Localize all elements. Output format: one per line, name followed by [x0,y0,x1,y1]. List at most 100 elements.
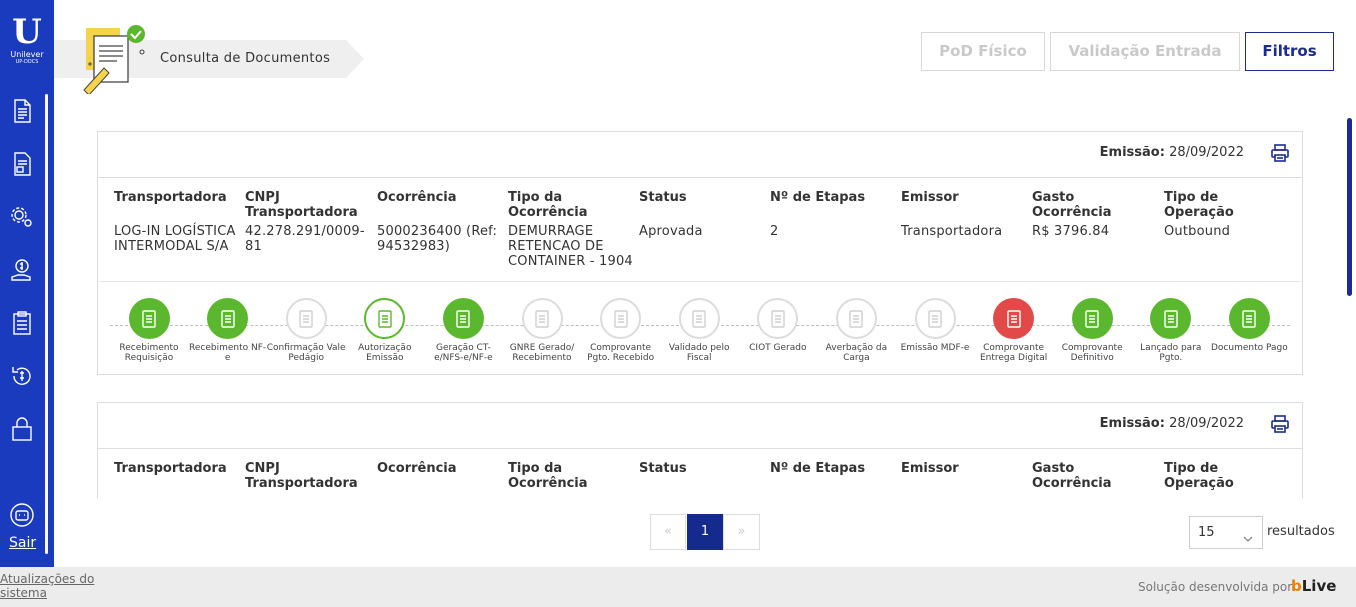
col-transportadora: Transportadora [114,461,227,476]
process-step: Confirmação Vale Pedágio [266,298,346,363]
document-card: Emissão: 28/09/2022 Transportadora LOG-IN… [97,131,1303,375]
process-step: Comprovante Pgto. Recebido [581,298,661,363]
step-label: Lançado para Pgto. [1140,343,1202,363]
barcode-icon [993,298,1035,339]
process-step: CIOT Gerado [738,298,818,353]
settings-icon[interactable] [9,204,35,230]
step-label: Documento Pago [1211,343,1288,353]
invoice-icon [914,298,956,339]
lock-icon[interactable] [9,416,35,442]
pagination-page-1[interactable]: 1 [687,514,723,550]
step-label: Comprovante Pgto. Recebido [587,343,655,363]
page-size-value: 15 [1198,525,1215,540]
chevron-down-icon [1242,526,1254,542]
emissao-date: 28/09/2022 [1169,145,1244,160]
unilever-logo: U Unilever UP-DOCS [4,14,50,72]
process-step: Emissão MDF-e [895,298,975,353]
cargo-icon [835,298,877,339]
process-step: Documento Pago [1209,298,1289,353]
col-gasto: Gasto Ocorrência R$ 3796.84 [1032,190,1112,239]
step-label: Recebimento NF-e [189,343,267,363]
money-hand-icon[interactable] [9,257,35,283]
step-label: GNRE Gerado/ Recebimento [509,343,575,363]
col-ocorrencia: Ocorrência [377,461,457,476]
col-gasto: Gasto Ocorrência [1032,461,1112,491]
col-emissor: Emissor Transportadora [901,190,1003,239]
blive-logo-live: Live [1301,577,1337,595]
col-etapas: Nº de Etapas [770,461,866,476]
emissao-date: 28/09/2022 [1169,416,1244,431]
document-list-icon[interactable] [9,151,35,177]
pagination-prev-button[interactable]: « [650,514,686,550]
validacao-entrada-button[interactable]: Validação Entrada [1050,32,1240,71]
solucao-text: Solução desenvolvida por [1138,580,1293,594]
page-title: Consulta de Documentos [160,51,331,66]
process-step: Autorização Emissão [345,298,425,363]
step-label: Validado pelo Fiscal [668,343,730,363]
step-label: Averbação da Carga [825,343,888,363]
robot-icon[interactable] [9,502,35,528]
document-details-row: Transportadora LOG-IN LOGÍSTICA INTERMODA… [98,178,1302,282]
col-etapas: Nº de Etapas 2 [770,190,866,239]
process-step: Recebimento NF-e [188,298,268,363]
emissao-label: Emissão: [1099,145,1165,160]
step-label: CIOT Gerado [749,343,807,353]
document-details-row: Transportadora CNPJ Transportadora Ocorr… [98,449,1302,498]
process-step: GNRE Gerado/ Recebimento [502,298,582,363]
process-steps: Recebimento Requisição Recebimento NF-e Co… [98,282,1302,374]
resultados-label: resultados [1267,524,1335,539]
col-status: Status [639,461,687,476]
invoice-icon [207,298,249,339]
clipboard-icon[interactable] [9,310,35,336]
process-step: Comprovante Definitivo [1052,298,1132,363]
process-step: Recebimento Requisição [109,298,189,363]
footer: Atualizações do sistema Solução desenvol… [0,567,1356,607]
emissao-info: Emissão: 28/09/2022 [1100,145,1244,160]
paid-document-icon [1228,298,1270,339]
document-list[interactable]: Emissão: 28/09/2022 Transportadora LOG-IN… [54,100,1356,498]
emissao-label: Emissão: [1099,416,1165,431]
atualizacoes-link[interactable]: Atualizações do sistema [0,572,100,600]
col-tipo-operacao: Tipo de Operação [1164,461,1234,491]
scrollbar[interactable] [1347,118,1352,296]
logo-brand: Unilever [10,50,44,59]
col-status: Status Aprovada [639,190,703,239]
sidebar-active-indicator [45,94,48,554]
pagination-next-button[interactable]: » [723,514,760,550]
document-card: Emissão: 28/09/2022 Transportadora CNPJ … [97,402,1303,498]
payment-card-icon [1150,298,1192,339]
document-check-icon [678,298,720,339]
blive-logo: bLive [1291,577,1336,595]
emissao-info: Emissão: 28/09/2022 [1100,416,1244,431]
sidebar: U Unilever UP-DOCS Sair [0,0,54,567]
step-label: Comprovante Entrega Digital [979,343,1048,363]
blive-logo-b: b [1291,577,1302,595]
step-label: Confirmação Vale Pedágio [266,343,346,363]
col-ocorrencia: Ocorrência 5000236400 (Ref: 94532983) [377,190,498,254]
toll-icon [285,298,327,339]
process-step: Validado pelo Fiscal [659,298,739,363]
card-header: Emissão: 28/09/2022 [98,403,1302,449]
document-lines-icon [1071,298,1113,339]
process-step: Lançado para Pgto. [1131,298,1211,363]
print-icon[interactable] [1270,143,1290,163]
process-step: Averbação da Carga [816,298,896,363]
col-cnpj: CNPJ Transportadora 42.278.291/0009-81 [245,190,365,254]
step-label: Comprovante Definitivo [1061,343,1123,363]
process-step: Comprovante Entrega Digital [974,298,1054,363]
print-icon[interactable] [1270,414,1290,434]
col-cnpj: CNPJ Transportadora [245,461,358,491]
clipboard-check-icon [364,298,406,339]
logout-link[interactable]: Sair [9,535,36,551]
logo-sub: UP-DOCS [15,59,39,65]
step-label: Emissão MDF-e [900,343,970,353]
filtros-button[interactable]: Filtros [1245,32,1334,71]
pod-fisico-button[interactable]: PoD Físico [921,32,1045,71]
logo-mark: U [12,12,42,52]
process-step: Geração CT-e/NFS-e/NF-e [423,298,503,363]
receipt-download-icon [128,298,170,339]
currency-return-icon[interactable] [9,363,35,389]
page-size-select[interactable]: 15 [1189,516,1263,549]
col-transportadora: Transportadora LOG-IN LOGÍSTICA INTERMODA… [114,190,236,254]
document-icon[interactable] [9,98,35,124]
